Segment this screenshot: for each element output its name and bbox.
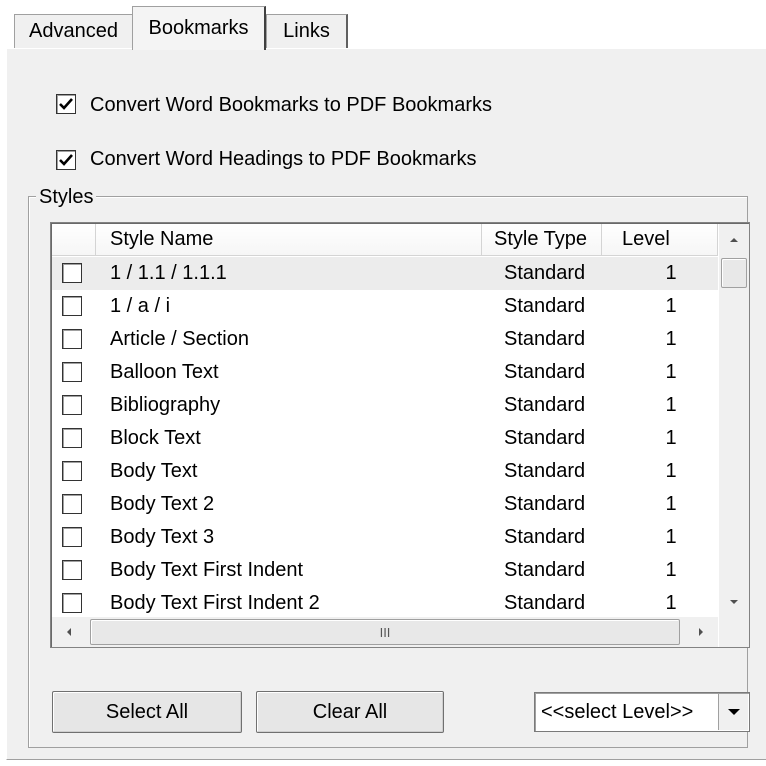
table-row[interactable]: Body Text First Indent 2 Standard 1 <box>52 587 718 620</box>
style-name-cell: Article / Section <box>110 328 249 350</box>
level-select-value: <<select Level>> <box>541 701 694 723</box>
dropdown-arrow-icon[interactable] <box>718 694 748 730</box>
level-cell: 1 <box>665 361 677 383</box>
scroll-up-arrow-icon[interactable] <box>719 224 749 256</box>
style-name-cell: Body Text <box>110 460 198 482</box>
checkmark-icon <box>59 154 73 166</box>
level-cell: 1 <box>665 493 677 515</box>
table-row[interactable]: Article / Section Standard 1 <box>52 323 718 356</box>
row-checkbox[interactable] <box>62 593 82 613</box>
horizontal-scrollbar[interactable]: III <box>52 617 718 647</box>
level-cell: 1 <box>665 295 677 317</box>
level-cell: 1 <box>665 427 677 449</box>
style-name-cell: Body Text First Indent <box>110 559 304 581</box>
scroll-corner <box>719 617 749 647</box>
level-cell: 1 <box>665 262 677 284</box>
style-type-cell: Standard <box>504 493 586 515</box>
row-checkbox[interactable] <box>62 560 82 580</box>
style-name-cell: Body Text 3 <box>110 526 215 548</box>
row-checkbox[interactable] <box>62 296 82 316</box>
list-rows: 1 / 1.1 / 1.1.1 Standard 1 1 / a / i Standar… <box>52 257 718 620</box>
clear-all-button[interactable]: Clear All <box>256 691 444 733</box>
select-all-button[interactable]: Select All <box>52 691 242 733</box>
convert-headings-checkbox[interactable] <box>56 150 76 170</box>
table-row[interactable]: 1 / a / i Standard 1 <box>52 290 718 323</box>
row-checkbox[interactable] <box>62 494 82 514</box>
level-cell: 1 <box>665 394 677 416</box>
style-name-cell: Balloon Text <box>110 361 219 383</box>
header-style-type[interactable]: Style Type <box>482 224 602 256</box>
scroll-left-arrow-icon[interactable] <box>52 617 86 647</box>
level-cell: 1 <box>665 460 677 482</box>
header-style-name[interactable]: Style Name <box>96 224 482 256</box>
level-cell: 1 <box>665 526 677 548</box>
style-type-cell: Standard <box>504 559 586 581</box>
row-checkbox[interactable] <box>62 395 82 415</box>
row-checkbox[interactable] <box>62 527 82 547</box>
row-checkbox[interactable] <box>62 263 82 283</box>
convert-bookmarks-label: Convert Word Bookmarks to PDF Bookmarks <box>90 94 492 116</box>
style-type-cell: Standard <box>504 262 586 284</box>
table-row[interactable]: Bibliography Standard 1 <box>52 389 718 422</box>
table-row[interactable]: Body Text Standard 1 <box>52 455 718 488</box>
convert-bookmarks-checkbox[interactable] <box>56 94 76 114</box>
style-name-cell: Bibliography <box>110 394 221 416</box>
table-row[interactable]: Block Text Standard 1 <box>52 422 718 455</box>
vertical-scroll-thumb[interactable] <box>721 258 747 288</box>
styles-group-label: Styles <box>36 186 97 208</box>
level-select[interactable]: <<select Level>> <box>534 692 750 732</box>
scroll-right-arrow-icon[interactable] <box>684 617 718 647</box>
level-cell: 1 <box>665 592 677 614</box>
level-cell: 1 <box>665 559 677 581</box>
style-name-cell: Body Text 2 <box>110 493 215 515</box>
row-checkbox[interactable] <box>62 362 82 382</box>
style-type-cell: Standard <box>504 460 586 482</box>
table-row[interactable]: Body Text 3 Standard 1 <box>52 521 718 554</box>
table-row[interactable]: 1 / 1.1 / 1.1.1 Standard 1 <box>52 257 718 290</box>
convert-headings-label: Convert Word Headings to PDF Bookmarks <box>90 148 477 170</box>
style-type-cell: Standard <box>504 526 586 548</box>
header-level[interactable]: Level <box>602 224 718 256</box>
style-type-cell: Standard <box>504 361 586 383</box>
vertical-scrollbar[interactable] <box>719 224 749 618</box>
style-name-cell: 1 / a / i <box>110 295 171 317</box>
checkmark-icon <box>59 98 73 110</box>
horizontal-scroll-thumb[interactable]: III <box>90 619 680 645</box>
style-type-cell: Standard <box>504 427 586 449</box>
scroll-grip-icon: III <box>379 624 391 640</box>
table-row[interactable]: Body Text First Indent Standard 1 <box>52 554 718 587</box>
table-row[interactable]: Body Text 2 Standard 1 <box>52 488 718 521</box>
row-checkbox[interactable] <box>62 428 82 448</box>
style-type-cell: Standard <box>504 394 586 416</box>
style-type-cell: Standard <box>504 328 586 350</box>
table-row[interactable]: Balloon Text Standard 1 <box>52 356 718 389</box>
style-name-cell: Body Text First Indent 2 <box>110 592 320 614</box>
header-checkbox-column[interactable] <box>52 224 96 256</box>
scroll-down-arrow-icon[interactable] <box>719 586 749 618</box>
row-checkbox[interactable] <box>62 461 82 481</box>
row-checkbox[interactable] <box>62 329 82 349</box>
styles-list[interactable]: Style Name Style Type Level 1 / 1.1 / 1.… <box>50 222 750 648</box>
style-name-cell: 1 / 1.1 / 1.1.1 <box>110 262 227 284</box>
style-type-cell: Standard <box>504 295 586 317</box>
list-header: Style Name Style Type Level <box>52 224 718 256</box>
style-name-cell: Block Text <box>110 427 201 449</box>
level-cell: 1 <box>665 328 677 350</box>
style-type-cell: Standard <box>504 592 586 614</box>
